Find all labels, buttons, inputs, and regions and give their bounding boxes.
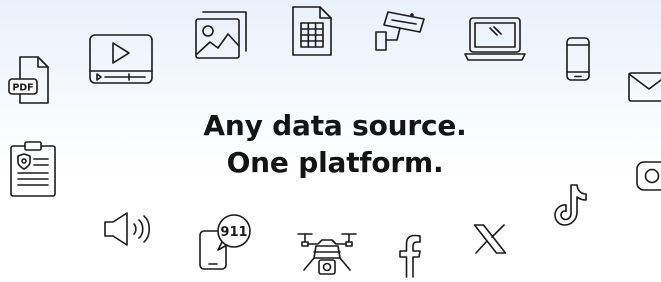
headline-line-1: Any data source.	[203, 109, 467, 142]
speaker-icon	[103, 211, 151, 247]
emergency-call-icon: 911	[196, 213, 252, 271]
headline-line-2: One platform.	[226, 146, 444, 179]
instagram-icon	[636, 160, 661, 192]
facebook-icon	[398, 234, 422, 278]
pdf-file-icon: PDF	[8, 55, 50, 107]
security-camera-icon	[372, 10, 428, 52]
police-report-icon	[10, 141, 56, 197]
video-player-icon	[89, 34, 153, 84]
emergency-number: 911	[220, 225, 247, 240]
smartphone-icon	[566, 37, 590, 81]
laptop-icon	[464, 17, 526, 61]
drone-icon	[296, 230, 358, 278]
spreadsheet-icon	[292, 6, 332, 56]
email-icon	[628, 72, 661, 102]
image-icon	[195, 11, 247, 59]
pdf-label: PDF	[12, 83, 33, 94]
x-icon	[473, 224, 507, 254]
tiktok-icon	[553, 183, 589, 227]
